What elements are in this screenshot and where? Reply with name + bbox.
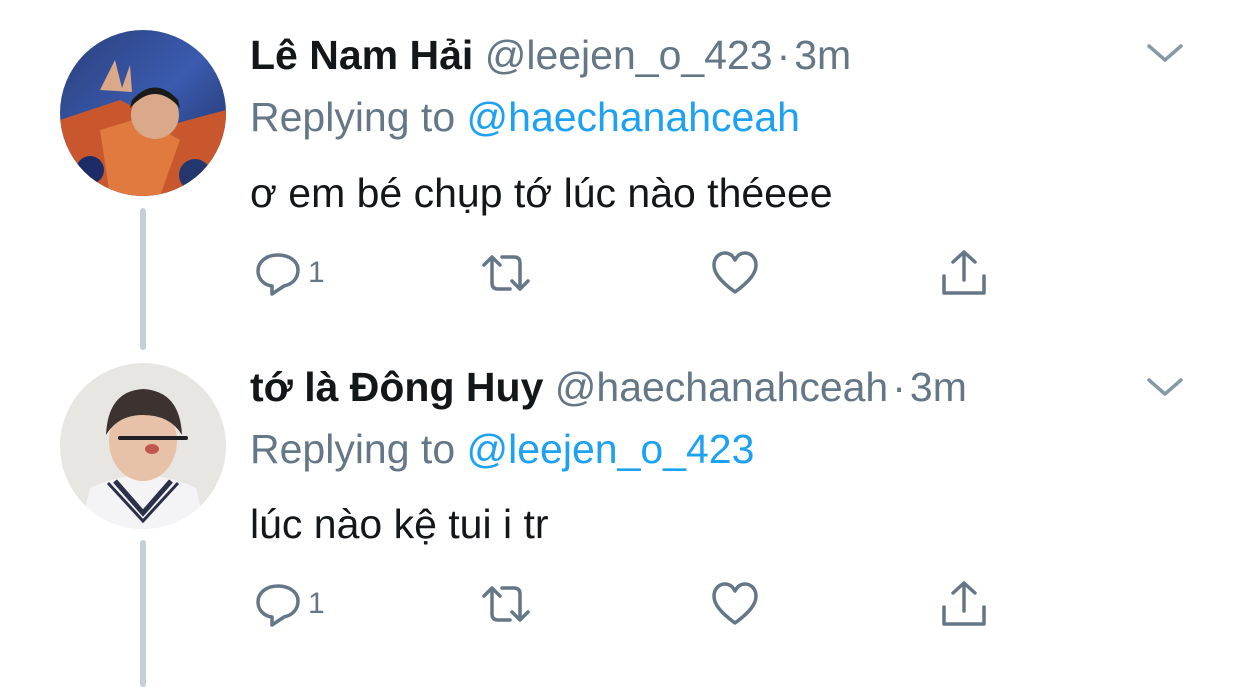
tweet[interactable]: Lê Nam Hải @leejen_o_423·3m Replying to … bbox=[0, 0, 1242, 350]
reply-button[interactable]: 1 bbox=[254, 245, 325, 301]
replying-to-link[interactable]: @leejen_o_423 bbox=[467, 426, 755, 472]
reply-icon bbox=[254, 249, 302, 297]
chevron-down-icon[interactable] bbox=[1145, 372, 1185, 402]
username[interactable]: @leejen_o_423 bbox=[485, 32, 773, 78]
replying-to: Replying to @leejen_o_423 bbox=[250, 424, 754, 474]
retweet-icon bbox=[478, 249, 534, 297]
avatar[interactable] bbox=[60, 30, 226, 196]
retweet-button[interactable] bbox=[478, 576, 534, 632]
thread-line bbox=[140, 208, 146, 350]
chevron-down-icon[interactable] bbox=[1145, 38, 1185, 68]
display-name[interactable]: Lê Nam Hải bbox=[250, 32, 473, 78]
separator-dot: · bbox=[776, 32, 791, 78]
separator-dot: · bbox=[892, 364, 906, 410]
share-button[interactable] bbox=[940, 245, 988, 301]
timestamp[interactable]: 3m bbox=[794, 32, 851, 78]
tweet[interactable]: tớ là Đông Huy @haechanahceah·3m Replyin… bbox=[0, 340, 1242, 687]
reply-icon bbox=[254, 580, 302, 628]
timestamp[interactable]: 3m bbox=[910, 364, 967, 410]
retweet-button[interactable] bbox=[478, 245, 534, 301]
reply-count: 1 bbox=[308, 587, 325, 620]
tweet-actions: 1 bbox=[250, 245, 1010, 301]
replying-to-label: Replying to bbox=[250, 94, 467, 140]
tweet-text: ơ em bé chụp tớ lúc nào théeee bbox=[250, 170, 833, 216]
reply-count: 1 bbox=[308, 256, 325, 289]
share-button[interactable] bbox=[940, 576, 988, 632]
thread-line bbox=[140, 540, 146, 687]
reply-button[interactable]: 1 bbox=[254, 576, 325, 632]
username[interactable]: @haechanahceah bbox=[555, 364, 888, 410]
tweet-actions: 1 bbox=[250, 576, 1010, 632]
replying-to: Replying to @haechanahceah bbox=[250, 92, 800, 142]
tweet-text: lúc nào kệ tui i tr bbox=[250, 501, 549, 547]
replying-to-label: Replying to bbox=[250, 426, 467, 472]
share-icon bbox=[940, 579, 988, 629]
replying-to-link[interactable]: @haechanahceah bbox=[467, 94, 800, 140]
tweet-header: tớ là Đông Huy @haechanahceah·3m bbox=[250, 362, 967, 412]
like-button[interactable] bbox=[710, 576, 760, 632]
share-icon bbox=[940, 248, 988, 298]
like-button[interactable] bbox=[710, 245, 760, 301]
display-name[interactable]: tớ là Đông Huy bbox=[250, 364, 543, 410]
avatar[interactable] bbox=[60, 363, 226, 529]
heart-icon bbox=[710, 249, 760, 297]
tweet-header: Lê Nam Hải @leejen_o_423·3m bbox=[250, 30, 851, 80]
retweet-icon bbox=[478, 580, 534, 628]
heart-icon bbox=[710, 580, 760, 628]
